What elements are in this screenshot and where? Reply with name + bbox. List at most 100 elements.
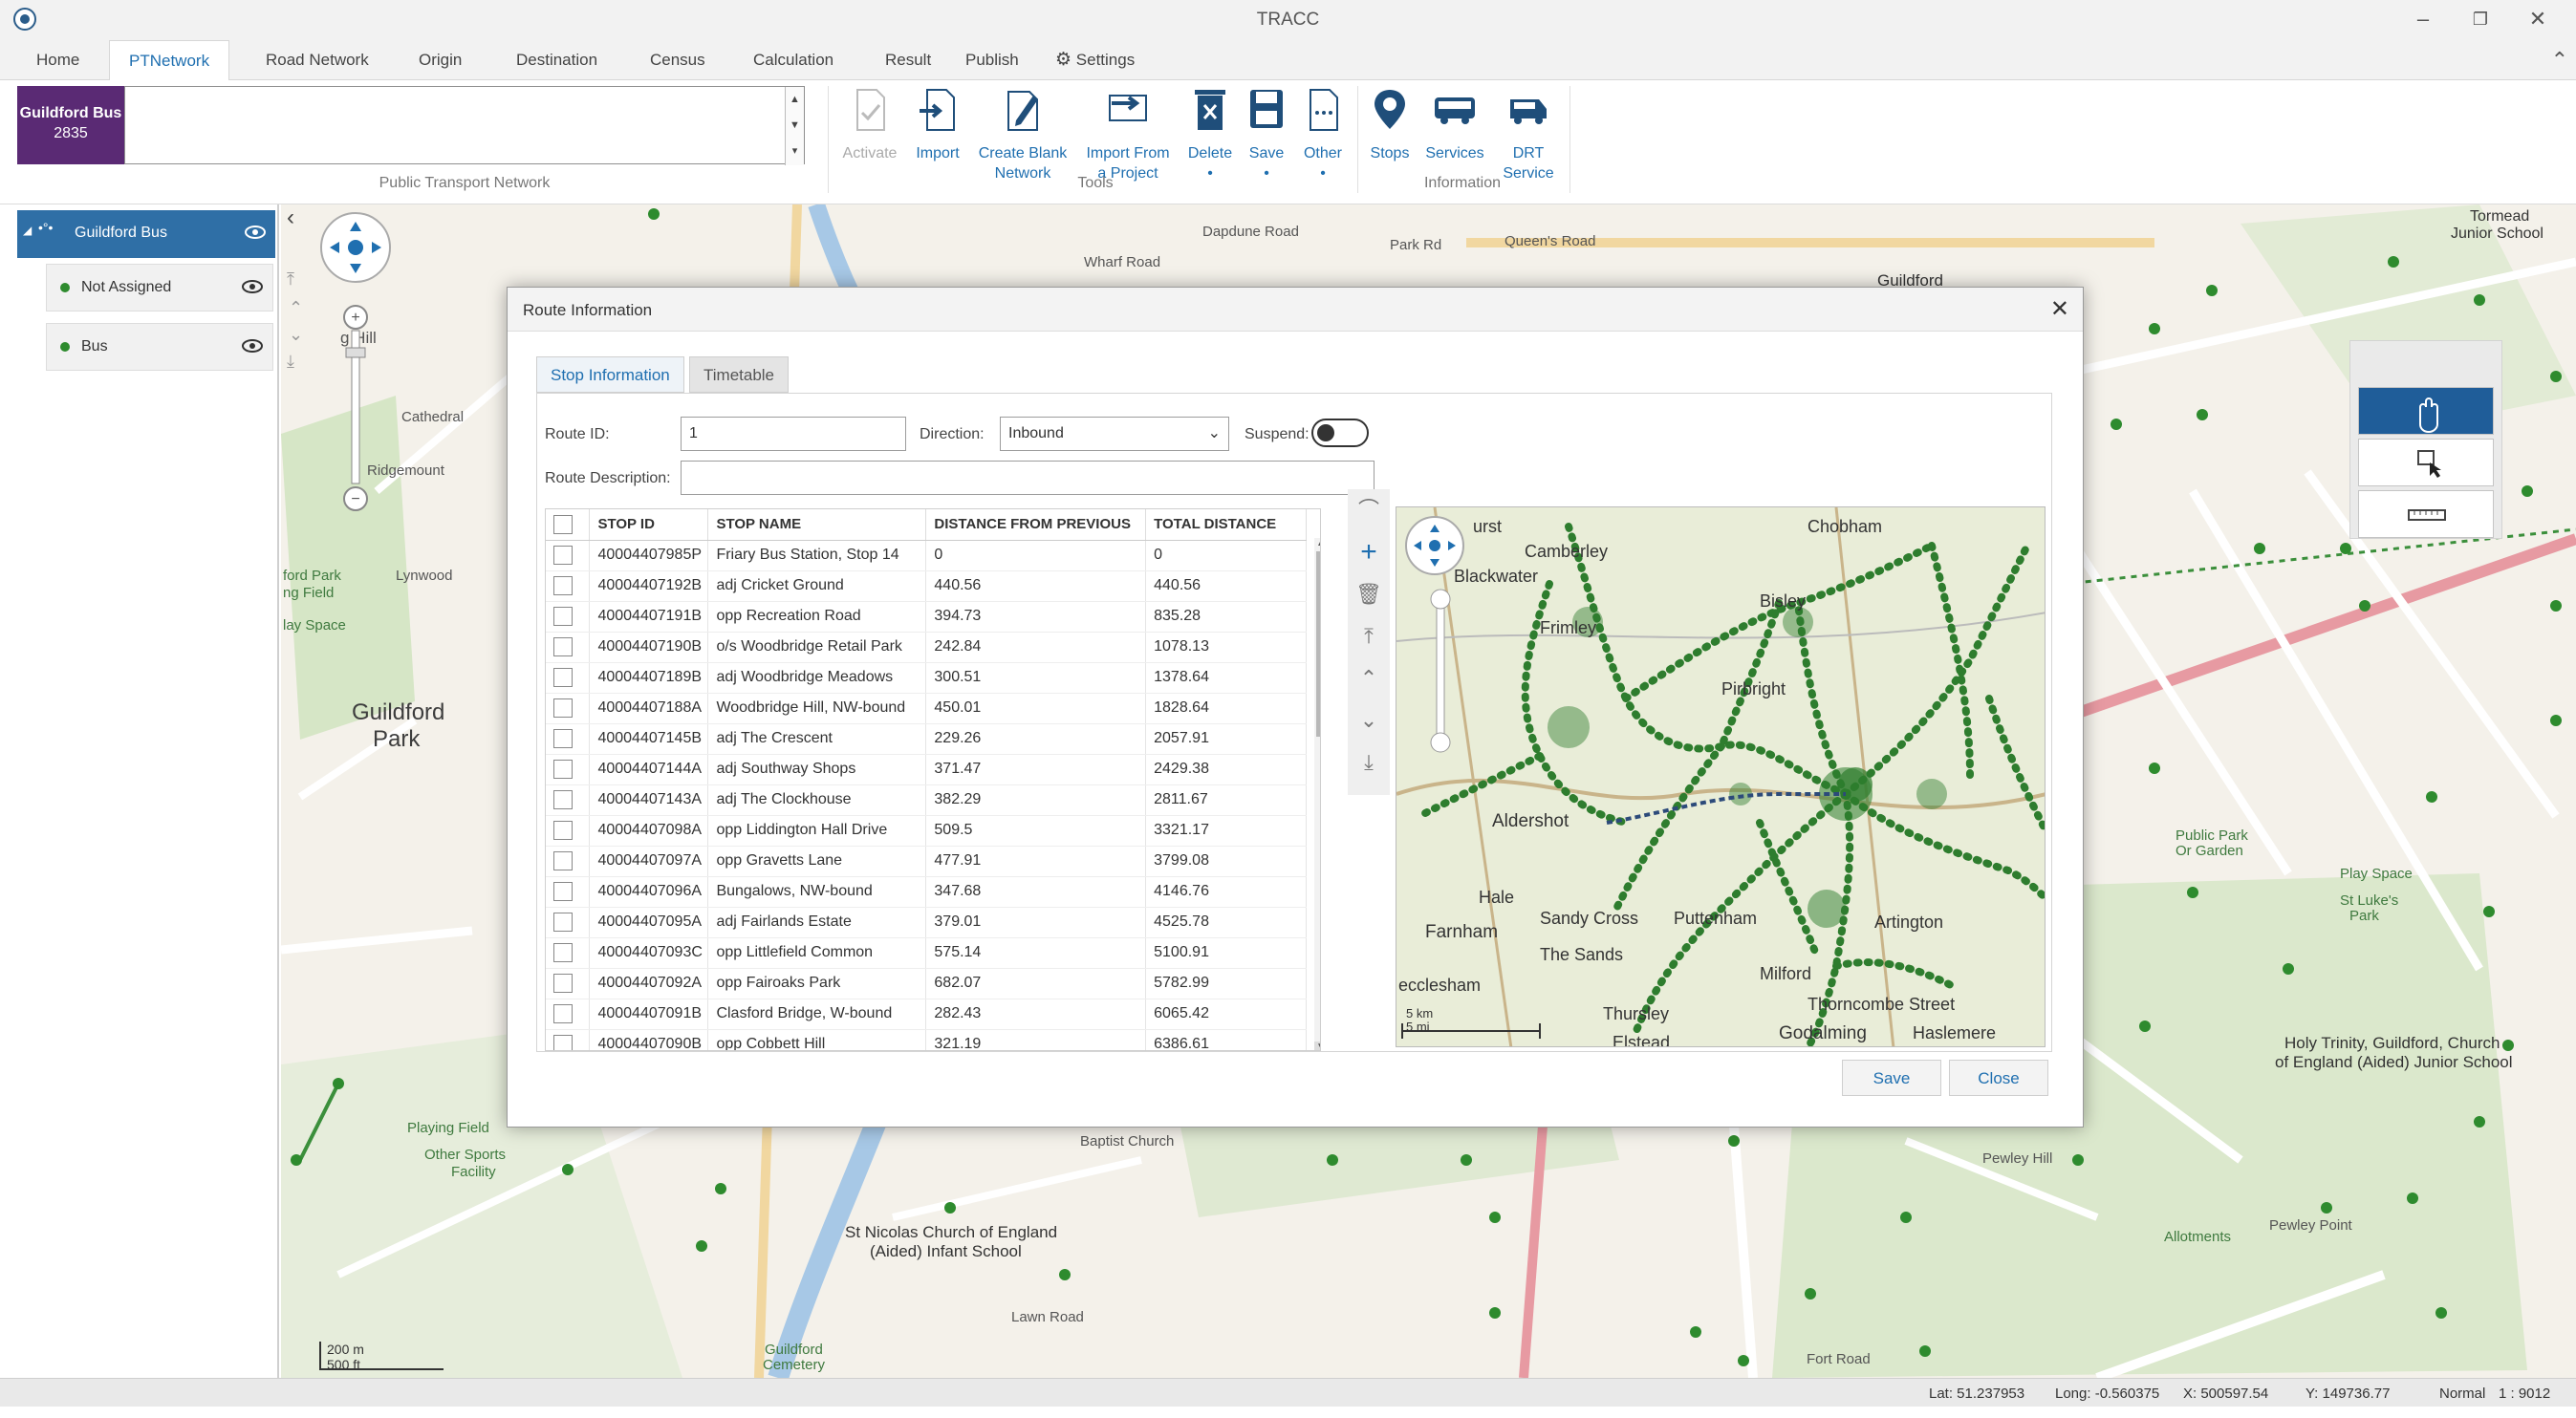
row-checkbox[interactable] <box>553 546 573 565</box>
tree-root-guildford-bus[interactable]: ◢ •°• Guildford Bus <box>17 210 275 258</box>
tab-home[interactable]: Home <box>17 40 98 80</box>
table-row[interactable]: 40004407095A adj Fairlands Estate 379.01 45… <box>546 907 1307 938</box>
row-checkbox-cell[interactable] <box>546 968 591 999</box>
row-checkbox-cell[interactable] <box>546 876 591 908</box>
tab-publish[interactable]: Publish <box>946 40 1038 80</box>
table-row[interactable]: 40004407190B o/s Woodbridge Retail Park 24… <box>546 632 1307 663</box>
import-button[interactable]: Import <box>906 86 969 163</box>
row-checkbox-cell[interactable] <box>546 693 591 724</box>
row-checkbox-cell[interactable] <box>546 846 591 877</box>
dialog-close-icon[interactable]: ✕ <box>2050 295 2069 323</box>
row-checkbox-cell[interactable] <box>546 662 591 694</box>
activate-button[interactable]: Activate <box>837 86 902 163</box>
row-checkbox[interactable] <box>553 668 573 687</box>
row-checkbox[interactable] <box>553 821 573 840</box>
save-button[interactable]: Save <box>1842 1060 1941 1096</box>
row-checkbox[interactable] <box>553 1035 573 1050</box>
row-checkbox[interactable] <box>553 882 573 901</box>
column-header-stop-id[interactable]: STOP ID <box>589 509 709 541</box>
tab-destination[interactable]: Destination <box>497 40 617 80</box>
move-down-icon[interactable]: ⌄ <box>1352 703 1386 738</box>
row-checkbox-cell[interactable] <box>546 754 591 785</box>
row-checkbox[interactable] <box>553 607 573 626</box>
tree-item-not-assigned[interactable]: Not Assigned <box>46 264 273 312</box>
tab-stop-information[interactable]: Stop Information <box>536 356 684 393</box>
scrollbar-thumb[interactable] <box>1316 551 1320 737</box>
row-checkbox-cell[interactable] <box>546 540 591 571</box>
zoom-to-top-icon[interactable]: ⤒ <box>287 269 294 290</box>
row-checkbox[interactable] <box>553 943 573 962</box>
row-checkbox-cell[interactable] <box>546 632 591 663</box>
zoom-slider[interactable]: + − <box>342 304 369 512</box>
other-button[interactable]: Other • <box>1296 86 1350 183</box>
table-row[interactable]: 40004407192B adj Cricket Ground 440.56 440.… <box>546 570 1307 602</box>
services-button[interactable]: Services <box>1418 86 1491 163</box>
route-mini-map[interactable]: urst Camberley Blackwater Chobham Frimle… <box>1396 506 2046 1047</box>
row-checkbox[interactable] <box>553 637 573 656</box>
minimize-button[interactable]: – <box>2404 4 2442 34</box>
tab-timetable[interactable]: Timetable <box>689 356 790 393</box>
tab-road-network[interactable]: Road Network <box>247 40 388 80</box>
close-window-button[interactable]: ✕ <box>2519 4 2557 34</box>
scroll-up-icon[interactable]: ▲ <box>785 87 804 113</box>
pan-control[interactable] <box>320 212 391 283</box>
create-blank-network-button[interactable]: Create Blank Network <box>971 86 1074 183</box>
row-checkbox-cell[interactable] <box>546 937 591 969</box>
delete-stop-icon[interactable]: 🗑 <box>1352 577 1386 612</box>
draw-route-icon[interactable]: ⌒ <box>1352 493 1386 527</box>
suspend-toggle[interactable] <box>1311 419 1369 447</box>
stops-button[interactable]: Stops <box>1363 86 1417 163</box>
row-checkbox-cell[interactable] <box>546 1029 591 1050</box>
table-scrollbar[interactable]: ▲ ▼ <box>1314 538 1320 1050</box>
select-tool-button[interactable] <box>2358 439 2494 486</box>
move-up-icon[interactable]: ⌃ <box>1352 661 1386 696</box>
row-checkbox-cell[interactable] <box>546 601 591 633</box>
row-checkbox[interactable] <box>553 851 573 870</box>
row-checkbox[interactable] <box>553 1004 573 1023</box>
table-row[interactable]: 40004407143A adj The Clockhouse 382.29 2811… <box>546 784 1307 816</box>
row-checkbox-cell[interactable] <box>546 999 591 1030</box>
import-from-project-button[interactable]: Import From a Project <box>1076 86 1180 183</box>
zoom-up-icon[interactable]: ⌃ <box>289 298 303 318</box>
table-row[interactable]: 40004407144A adj Southway Shops 371.47 2429… <box>546 754 1307 785</box>
restore-button[interactable]: ❐ <box>2461 4 2500 34</box>
row-checkbox-cell[interactable] <box>546 815 591 847</box>
zoom-to-bottom-icon[interactable]: ⤓ <box>287 352 294 372</box>
save-ribbon-button[interactable]: Save • <box>1239 86 1294 183</box>
tab-origin[interactable]: Origin <box>400 40 481 80</box>
table-row[interactable]: 40004407189B adj Woodbridge Meadows 300.51… <box>546 662 1307 694</box>
direction-select[interactable]: Inbound ⌄ <box>1000 417 1229 451</box>
panel-collapse-icon[interactable]: ‹ <box>287 204 294 231</box>
network-selector[interactable]: ▲ ▼ ▾ <box>124 86 805 165</box>
select-all-checkbox[interactable] <box>553 514 573 534</box>
add-stop-icon[interactable]: + <box>1352 535 1386 569</box>
tree-item-bus[interactable]: Bus <box>46 323 273 371</box>
tab-settings[interactable]: ⚙ Settings <box>1036 40 1154 80</box>
route-id-field[interactable]: 1 <box>681 417 906 451</box>
row-checkbox[interactable] <box>553 913 573 932</box>
table-row[interactable]: 40004407145B adj The Crescent 229.26 2057.9… <box>546 723 1307 755</box>
table-row[interactable]: 40004407097A opp Gravetts Lane 477.91 3799.… <box>546 846 1307 877</box>
row-checkbox-cell[interactable] <box>546 907 591 938</box>
network-tile[interactable]: Guildford Bus 2835 <box>17 86 124 164</box>
table-row[interactable]: 40004407093C opp Littlefield Common 575.14… <box>546 937 1307 969</box>
row-checkbox-cell[interactable] <box>546 570 591 602</box>
tab-ptnetwork[interactable]: PTNetwork <box>109 40 230 81</box>
table-row[interactable]: 40004407092A opp Fairoaks Park 682.07 5782.… <box>546 968 1307 999</box>
row-checkbox[interactable] <box>553 729 573 748</box>
move-top-icon[interactable]: ⤒ <box>1352 619 1386 654</box>
zoom-down-icon[interactable]: ⌄ <box>289 325 303 345</box>
tab-result[interactable]: Result <box>866 40 950 80</box>
route-description-field[interactable] <box>681 461 1375 495</box>
row-checkbox[interactable] <box>553 790 573 809</box>
visibility-eye-icon[interactable] <box>242 280 263 293</box>
expand-icon[interactable]: ▾ <box>785 139 804 165</box>
close-button[interactable]: Close <box>1949 1060 2048 1096</box>
column-header-total-distance[interactable]: TOTAL DISTANCE <box>1145 509 1307 541</box>
select-all-header[interactable] <box>546 509 591 541</box>
drt-service-button[interactable]: DRT Service <box>1495 86 1562 183</box>
row-checkbox[interactable] <box>553 576 573 595</box>
column-header-stop-name[interactable]: STOP NAME <box>707 509 927 541</box>
visibility-eye-icon[interactable] <box>245 226 266 239</box>
scroll-down-icon[interactable]: ▼ <box>785 113 804 139</box>
